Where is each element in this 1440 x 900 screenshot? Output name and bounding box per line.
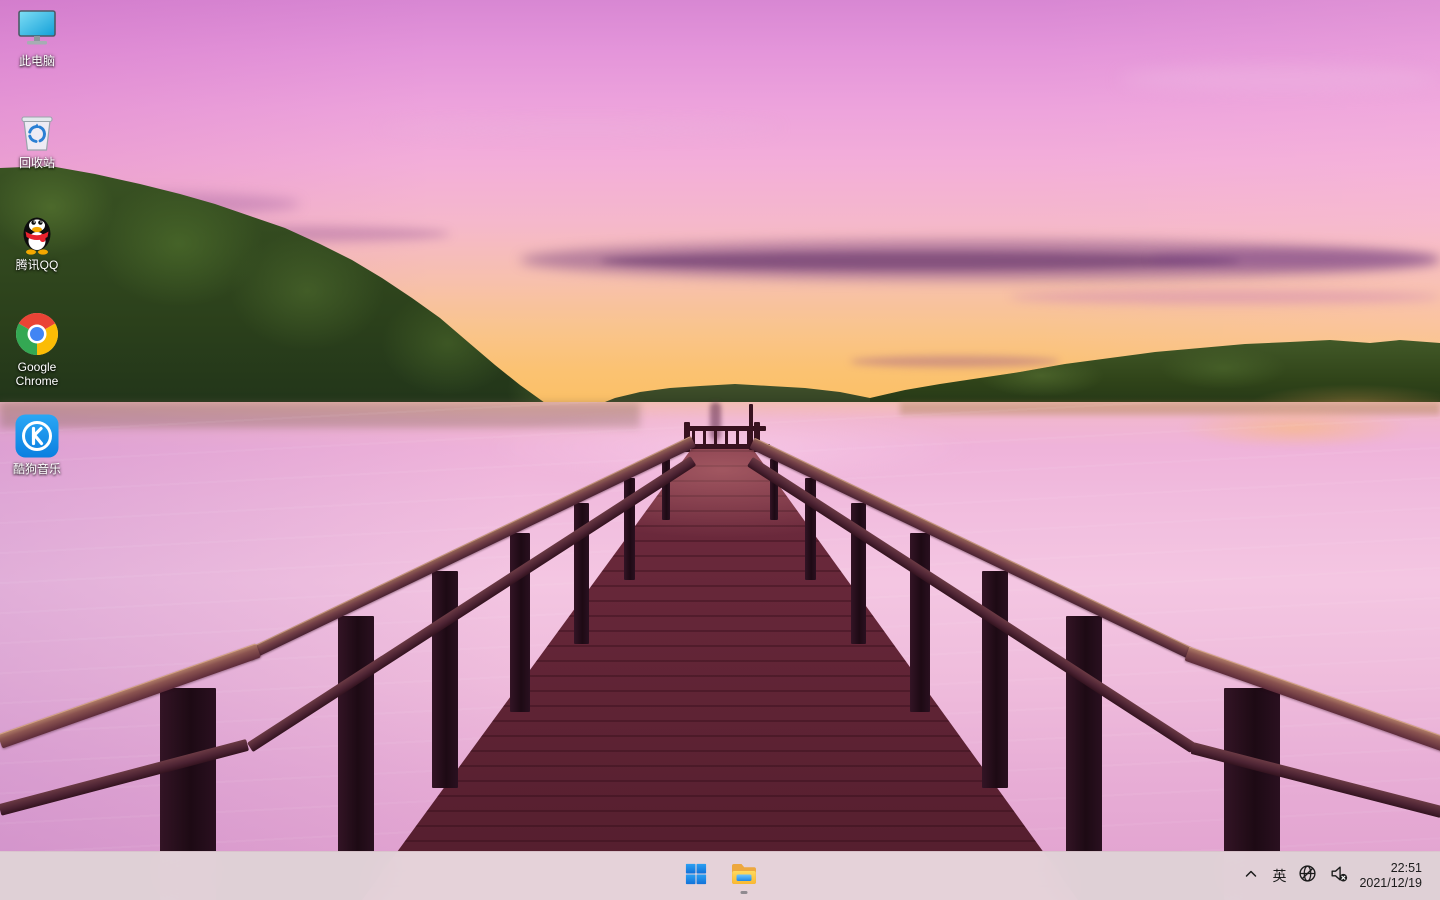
wallpaper-pier-post bbox=[982, 571, 1008, 788]
desktop-icon-label: Google Chrome bbox=[1, 360, 73, 388]
desktop-icon-label: 腾讯QQ bbox=[16, 258, 59, 272]
ime-indicator[interactable]: 英 bbox=[1267, 856, 1291, 896]
desktop-icon-label: 回收站 bbox=[19, 156, 55, 170]
desktop-icon-label: 酷狗音乐 bbox=[13, 462, 61, 476]
windows-logo-icon bbox=[685, 863, 707, 890]
start-button[interactable] bbox=[676, 856, 716, 896]
wallpaper bbox=[0, 0, 1440, 900]
volume-muted-icon bbox=[1329, 864, 1348, 888]
desktop-icon-kugou-music[interactable]: 酷狗音乐 bbox=[0, 412, 74, 476]
desktop-icon-this-pc[interactable]: 此电脑 bbox=[0, 4, 74, 68]
kugou-icon bbox=[13, 412, 61, 460]
wallpaper-pier-post bbox=[432, 571, 458, 788]
wallpaper-pier-end-baluster bbox=[736, 430, 739, 448]
wallpaper-pier-end-baluster bbox=[703, 430, 706, 448]
wallpaper-pier-end-baluster bbox=[725, 430, 728, 448]
wallpaper-cloud bbox=[380, 120, 780, 136]
file-explorer-icon bbox=[731, 862, 757, 891]
globe-no-internet-icon bbox=[1298, 864, 1317, 888]
chrome-icon bbox=[13, 310, 61, 358]
qq-icon bbox=[13, 208, 61, 256]
volume-button[interactable] bbox=[1324, 856, 1353, 896]
taskbar-center bbox=[676, 852, 764, 900]
wallpaper-pier-post bbox=[510, 533, 530, 712]
tray-chevron-button[interactable] bbox=[1237, 856, 1265, 896]
network-button[interactable] bbox=[1293, 856, 1322, 896]
this-pc-icon bbox=[13, 4, 61, 52]
desktop-icon-label: 此电脑 bbox=[19, 54, 55, 68]
desktop-icon-google-chrome[interactable]: Google Chrome bbox=[0, 310, 74, 388]
wallpaper-cloud bbox=[600, 252, 1240, 270]
taskbar: 英 bbox=[0, 851, 1440, 900]
desktop-screen: 此电脑 回收站 bbox=[0, 0, 1440, 900]
file-explorer-button[interactable] bbox=[724, 856, 764, 896]
wallpaper-pier-post bbox=[338, 616, 374, 852]
chevron-up-icon bbox=[1242, 865, 1260, 888]
desktop-icon-tencent-qq[interactable]: 腾讯QQ bbox=[0, 208, 74, 272]
ime-label: 英 bbox=[1272, 866, 1286, 886]
running-indicator bbox=[741, 891, 748, 894]
wallpaper-cloud bbox=[1150, 250, 1440, 268]
wallpaper-cloud bbox=[850, 356, 1060, 367]
clock-date: 2021/12/19 bbox=[1359, 876, 1422, 891]
recycle-bin-icon bbox=[13, 106, 61, 154]
wallpaper-cloud bbox=[1010, 290, 1440, 304]
wallpaper-pier-post bbox=[1066, 616, 1102, 852]
system-tray: 英 bbox=[1237, 852, 1440, 900]
clock-time: 22:51 bbox=[1391, 861, 1422, 876]
desktop-icon-recycle-bin[interactable]: 回收站 bbox=[0, 106, 74, 170]
wallpaper-pier-end-baluster bbox=[714, 430, 717, 448]
wallpaper-cloud bbox=[1120, 66, 1440, 92]
taskbar-clock[interactable]: 22:51 2021/12/19 bbox=[1355, 861, 1426, 891]
wallpaper-pier-post bbox=[662, 459, 670, 520]
